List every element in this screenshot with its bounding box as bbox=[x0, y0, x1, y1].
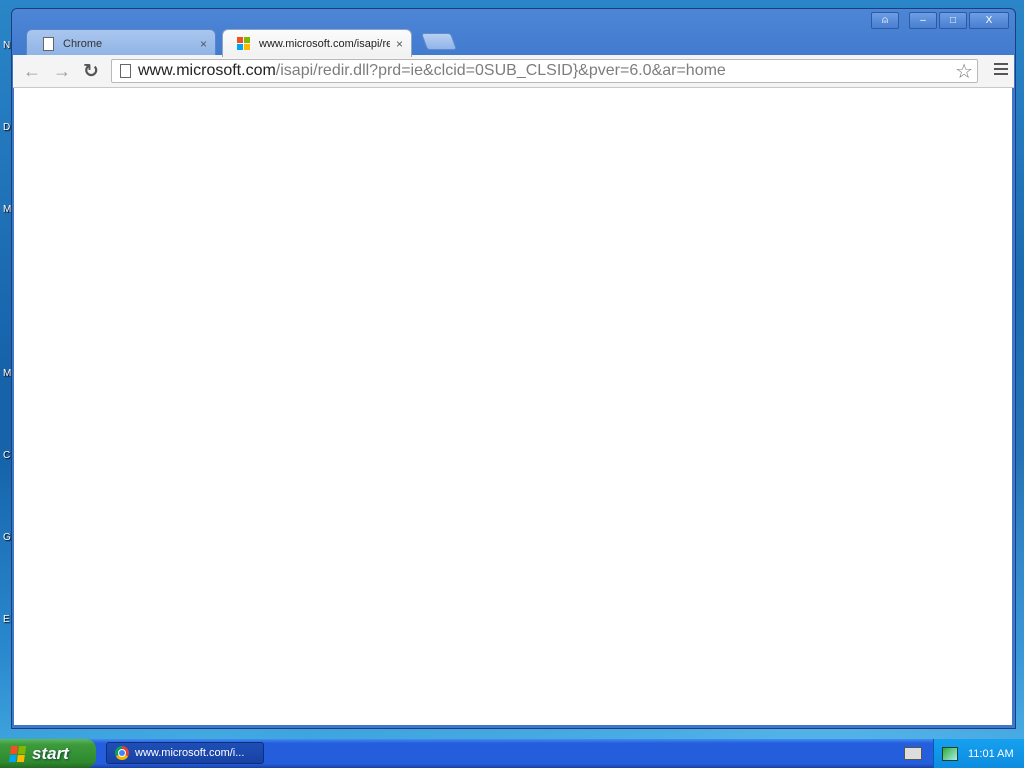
keyboard-icon[interactable] bbox=[904, 747, 922, 760]
network-icon[interactable] bbox=[942, 746, 958, 761]
bookmark-star-icon[interactable]: ☆ bbox=[955, 59, 973, 84]
reload-button[interactable]: ↻ bbox=[80, 60, 102, 82]
taskbar-item-label: www.microsoft.com/i... bbox=[135, 747, 245, 759]
profile-button[interactable]: ⍝ bbox=[871, 12, 899, 29]
start-label: start bbox=[32, 743, 69, 763]
page-content bbox=[14, 88, 1012, 725]
chrome-icon bbox=[115, 746, 129, 760]
desktop-icon-label[interactable]: E bbox=[3, 614, 10, 625]
start-button[interactable]: start bbox=[0, 739, 96, 768]
page-icon bbox=[41, 36, 55, 51]
windows-flag-icon bbox=[8, 745, 27, 762]
window-controls: ⍝ – □ X bbox=[871, 12, 1009, 29]
desktop-icon-label[interactable]: G bbox=[3, 532, 11, 543]
close-button[interactable]: X bbox=[969, 12, 1009, 29]
url-domain: www.microsoft.com bbox=[138, 62, 276, 79]
clock[interactable]: 11:01 AM bbox=[968, 748, 1014, 760]
new-tab-button[interactable] bbox=[420, 33, 458, 50]
tab-close-icon[interactable]: × bbox=[396, 37, 403, 51]
chrome-window: ⍝ – □ X Chrome × www.microsoft.com/isapi… bbox=[11, 8, 1016, 729]
taskbar: start www.microsoft.com/i... 11:01 AM bbox=[0, 739, 1024, 768]
chrome-menu-icon[interactable] bbox=[994, 63, 1008, 78]
tab-strip: Chrome × www.microsoft.com/isapi/redi × bbox=[22, 29, 922, 57]
back-button[interactable]: ← bbox=[21, 60, 43, 82]
desktop-icon-label[interactable]: C bbox=[3, 450, 10, 461]
taskbar-item-chrome[interactable]: www.microsoft.com/i... bbox=[106, 742, 264, 764]
microsoft-logo-icon bbox=[237, 36, 251, 51]
page-icon bbox=[118, 64, 132, 78]
maximize-button[interactable]: □ bbox=[939, 12, 967, 29]
address-bar[interactable]: www.microsoft.com/isapi/redir.dll?prd=ie… bbox=[111, 59, 978, 83]
tab-close-icon[interactable]: × bbox=[200, 37, 207, 51]
tab-title: www.microsoft.com/isapi/redi bbox=[259, 37, 390, 50]
desktop-icon-label[interactable]: D bbox=[3, 122, 10, 133]
system-tray: 11:01 AM bbox=[933, 739, 1024, 768]
tab-microsoft[interactable]: www.microsoft.com/isapi/redi × bbox=[222, 29, 412, 57]
browser-toolbar: ← → ↻ www.microsoft.com/isapi/redir.dll?… bbox=[13, 55, 1014, 88]
tab-title: Chrome bbox=[63, 37, 103, 50]
url-path: /isapi/redir.dll?prd=ie&clcid=0SUB_CLSID… bbox=[275, 62, 726, 79]
minimize-button[interactable]: – bbox=[909, 12, 937, 29]
forward-button[interactable]: → bbox=[51, 60, 73, 82]
url-text[interactable]: www.microsoft.com/isapi/redir.dll?prd=ie… bbox=[138, 62, 955, 80]
desktop-icon-label[interactable]: N bbox=[3, 40, 10, 51]
tab-chrome[interactable]: Chrome × bbox=[26, 29, 216, 57]
